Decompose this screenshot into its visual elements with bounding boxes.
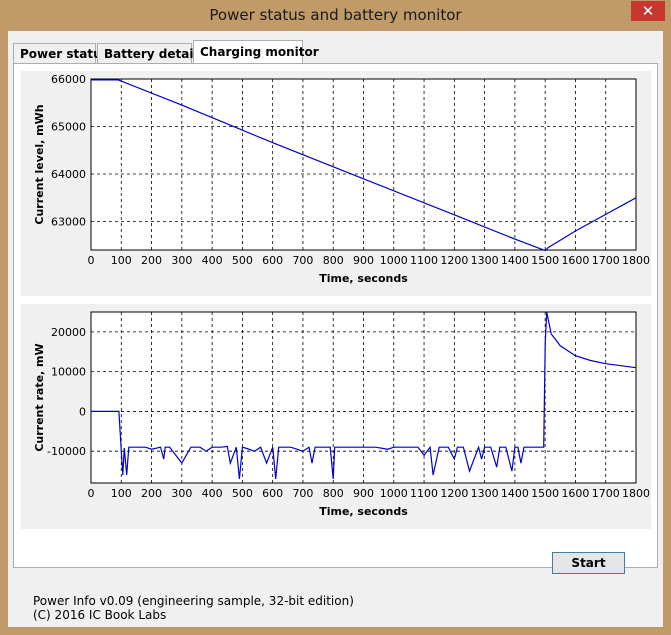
x-tick-label: 100 — [111, 487, 132, 500]
x-tick-label: 600 — [262, 254, 283, 267]
tab-power-status[interactable]: Power status — [13, 43, 109, 63]
y-tick-label: 65000 — [51, 121, 86, 134]
x-tick-label: 900 — [353, 487, 374, 500]
window-frame-right — [663, 31, 671, 635]
x-tick-label: 600 — [262, 487, 283, 500]
y-tick-label: 63000 — [51, 216, 86, 229]
x-tick-label: 800 — [323, 487, 344, 500]
x-axis-label: Time, seconds — [319, 272, 408, 285]
x-tick-label: 700 — [292, 254, 313, 267]
y-tick-label: 0 — [79, 405, 86, 418]
x-tick-label: 1600 — [561, 487, 589, 500]
x-tick-label: 1100 — [410, 254, 438, 267]
x-tick-label: 700 — [292, 487, 313, 500]
y-tick-label: 64000 — [51, 168, 86, 181]
y-tick-label: 20000 — [51, 326, 86, 339]
tab-battery-details[interactable]: Battery details — [97, 43, 205, 63]
x-tick-label: 1500 — [531, 487, 559, 500]
x-tick-label: 1700 — [592, 487, 620, 500]
x-tick-label: 1800 — [622, 487, 650, 500]
x-axis-label: Time, seconds — [319, 505, 408, 518]
x-tick-label: 1000 — [380, 254, 408, 267]
x-tick-label: 1000 — [380, 487, 408, 500]
close-button[interactable]: ✕ — [631, 1, 665, 21]
window-frame-bottom — [0, 627, 671, 635]
current-level-chart: 0 100 200 300 400 500 600 700 800 900 1000 1100 1200… — [33, 73, 650, 285]
x-tick-label: 800 — [323, 254, 344, 267]
x-tick-label: 1300 — [471, 254, 499, 267]
x-tick-label: 1500 — [531, 254, 559, 267]
x-tick-label: 1200 — [440, 254, 468, 267]
y-axis-label: Current level, mWh — [33, 104, 46, 224]
y-tick-label: 66000 — [51, 73, 86, 86]
x-tick-label: 1700 — [592, 254, 620, 267]
x-tick-label: 300 — [171, 487, 192, 500]
copyright-text: (C) 2016 IC Book Labs — [33, 608, 167, 622]
x-tick-label: 1100 — [410, 487, 438, 500]
version-text: Power Info v0.09 (engineering sample, 32… — [33, 594, 354, 608]
x-tick-label: 1400 — [501, 487, 529, 500]
start-button[interactable]: Start — [552, 552, 625, 574]
x-tick-label: 200 — [141, 487, 162, 500]
y-tick-label: 10000 — [51, 366, 86, 379]
rate-chart-panel: 0 100 200 300 400 500 600 700 800 900 1000 1100 1200… — [21, 304, 651, 529]
x-tick-label: 900 — [353, 254, 374, 267]
current-rate-chart: 0 100 200 300 400 500 600 700 800 900 1000 1100 1200… — [33, 311, 650, 518]
x-tick-label: 0 — [88, 254, 95, 267]
x-tick-label: 0 — [88, 487, 95, 500]
app-window: Power status and battery monitor ✕ Power… — [0, 0, 671, 635]
x-tick-label: 1600 — [561, 254, 589, 267]
x-tick-label: 100 — [111, 254, 132, 267]
x-tick-label: 1400 — [501, 254, 529, 267]
x-tick-label: 400 — [202, 254, 223, 267]
x-tick-label: 400 — [202, 487, 223, 500]
tab-charging-monitor[interactable]: Charging monitor — [193, 40, 319, 64]
x-tick-label: 500 — [232, 487, 253, 500]
y-axis-label: Current rate, mW — [33, 343, 46, 451]
x-tick-label: 1300 — [471, 487, 499, 500]
client-area: Power status Battery details Charging mo… — [8, 31, 663, 627]
footer-info: Power Info v0.09 (engineering sample, 32… — [33, 594, 354, 622]
charging-monitor-panel: 0 100 200 300 400 500 600 700 800 900 1000 1100 1200… — [13, 63, 658, 568]
window-title: Power status and battery monitor — [209, 6, 462, 24]
level-chart-panel: 0 100 200 300 400 500 600 700 800 900 1000 1100 1200… — [21, 71, 651, 296]
x-tick-label: 500 — [232, 254, 253, 267]
x-tick-label: 1200 — [440, 487, 468, 500]
x-tick-label: 200 — [141, 254, 162, 267]
y-tick-label: -10000 — [47, 445, 86, 458]
window-frame-left — [0, 31, 8, 635]
x-tick-label: 1800 — [622, 254, 650, 267]
x-tick-label: 300 — [171, 254, 192, 267]
